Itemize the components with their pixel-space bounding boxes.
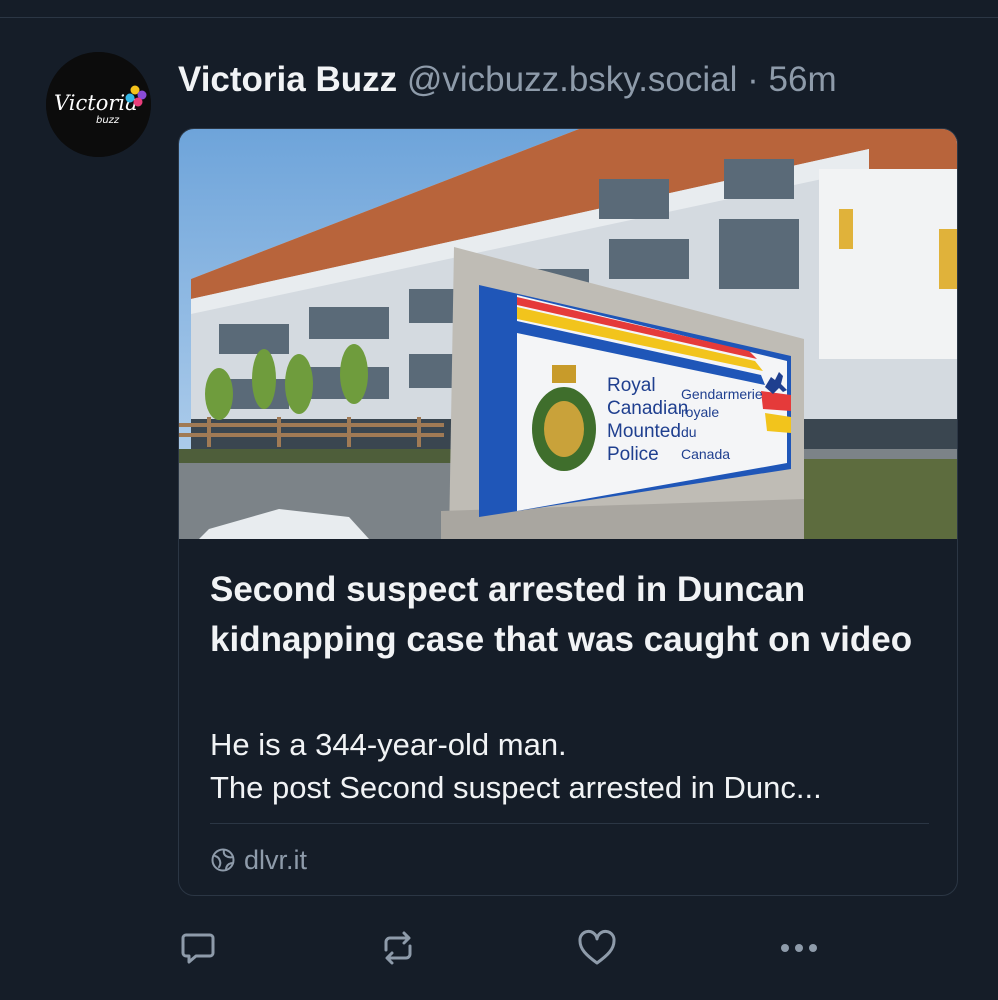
- link-card-divider: [210, 823, 929, 824]
- post-actions: [0, 920, 998, 976]
- post-timestamp[interactable]: 56m: [769, 60, 837, 99]
- author-handle[interactable]: @vicbuzz.bsky.social: [407, 60, 738, 99]
- link-card-description: He is a 344-year-old man. The post Secon…: [210, 727, 822, 805]
- sign-text-en-4: Police: [607, 444, 659, 465]
- reply-button[interactable]: [176, 926, 220, 970]
- sign-text-en-1: Royal: [607, 375, 656, 396]
- post-header: Victoria Buzz @vicbuzz.bsky.social · 56m: [178, 58, 837, 102]
- link-card[interactable]: Royal Canadian Mounted Police Gendarmeri…: [178, 128, 958, 896]
- avatar-wordmark: Victoria: [54, 91, 138, 115]
- sign-text-fr-1: Gendarmerie: [681, 386, 763, 402]
- more-icon: [781, 944, 817, 952]
- link-card-title[interactable]: Second suspect arrested in Duncan kidnap…: [210, 565, 930, 665]
- repost-button[interactable]: [376, 926, 420, 970]
- avatar-sub-wordmark: buzz: [96, 115, 120, 126]
- globe-icon: [211, 848, 235, 872]
- more-button[interactable]: [777, 926, 821, 970]
- sign-text-fr-2: royale: [681, 404, 719, 420]
- repost-icon: [384, 931, 412, 965]
- like-icon: [578, 930, 616, 965]
- like-button[interactable]: [575, 926, 619, 970]
- avatar-logo: Victoria buzz: [46, 52, 151, 157]
- header-separator: ·: [747, 60, 759, 99]
- sign-text-fr-3: du: [681, 424, 697, 440]
- top-divider: [0, 17, 998, 18]
- author-name[interactable]: Victoria Buzz: [178, 60, 397, 99]
- sign-text-fr-4: Canada: [681, 446, 730, 462]
- author-avatar[interactable]: Victoria buzz: [46, 52, 151, 157]
- link-card-domain: dlvr.it: [244, 844, 308, 875]
- reply-icon: [181, 933, 215, 964]
- sign-text-en-3: Mounted: [607, 421, 681, 442]
- sign-text-en-2: Canadian: [607, 398, 688, 419]
- link-card-thumbnail[interactable]: Royal Canadian Mounted Police Gendarmeri…: [179, 129, 958, 539]
- link-card-domain-row: dlvr.it: [210, 843, 307, 877]
